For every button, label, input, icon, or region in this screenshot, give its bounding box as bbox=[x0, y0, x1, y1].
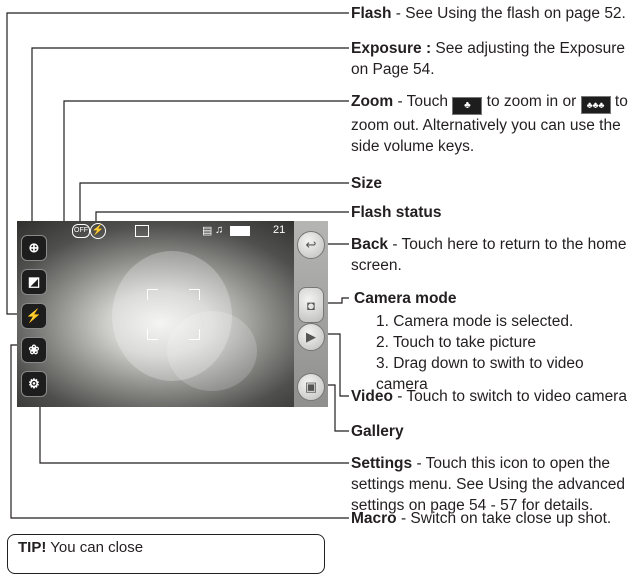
callout-flash-status: Flash status bbox=[351, 202, 629, 223]
flower-petal bbox=[167, 311, 257, 391]
tip-text: You can close bbox=[46, 539, 144, 556]
battery-icon bbox=[230, 226, 250, 236]
gallery-button[interactable]: ▣ bbox=[297, 373, 325, 401]
tip-label: TIP! bbox=[18, 539, 47, 556]
callout-back: Back - Touch here to return to the home … bbox=[351, 234, 629, 276]
gallery-icon: ▣ bbox=[304, 379, 318, 394]
callout-zoom-title: Zoom bbox=[351, 93, 394, 110]
camera-icon: ◘ bbox=[307, 297, 315, 313]
callout-back-title: Back bbox=[351, 236, 389, 253]
size-icon: OFF bbox=[72, 224, 90, 238]
exposure-button[interactable]: ◩ bbox=[21, 269, 47, 295]
callout-zoom: Zoom - Touch ♣ to zoom in or ♣♣♣ to zoom… bbox=[351, 91, 629, 157]
macro-icon: ❀ bbox=[28, 342, 40, 357]
zoom-in-icon: ♣ bbox=[452, 97, 483, 115]
focus-corner-br bbox=[189, 329, 200, 340]
callout-exposure: Exposure : See adjusting the Exposure on… bbox=[351, 38, 629, 80]
zoom-out-icon: ♣♣♣ bbox=[580, 96, 611, 114]
memory-icon: ▤ bbox=[202, 225, 213, 237]
callout-macro-text: - Switch on take close up shot. bbox=[396, 510, 612, 527]
callout-gallery-title: Gallery bbox=[351, 423, 404, 440]
flash-auto-icon: ⚡ bbox=[90, 223, 106, 239]
zoom-icon: ⊕ bbox=[28, 240, 40, 255]
video-icon: ▶ bbox=[306, 329, 316, 344]
capture-button[interactable]: ◘ bbox=[298, 287, 324, 323]
flash-icon: ⚡ bbox=[25, 308, 43, 323]
camera-viewfinder: OFF ⚡ ▤ ♫ 21 ⊕ ◩ ⚡ ❀ ⚙ ↩ ◘ ▶ ▣ bbox=[17, 221, 328, 407]
callout-zoom-text-1: - Touch bbox=[393, 93, 453, 110]
tip-box: TIP! You can close bbox=[7, 534, 325, 574]
mute-icon: ♫ bbox=[215, 224, 224, 236]
settings-icon: ⚙ bbox=[28, 376, 40, 391]
back-button[interactable]: ↩ bbox=[297, 231, 325, 259]
exposure-icon: ◩ bbox=[27, 274, 41, 289]
focus-corner-bl bbox=[147, 329, 158, 340]
callout-flash-text: - See Using the flash on page 52. bbox=[391, 5, 626, 22]
callout-settings: Settings - Touch this icon to open the s… bbox=[351, 453, 629, 516]
macro-button[interactable]: ❀ bbox=[21, 337, 47, 363]
callout-flash-status-title: Flash status bbox=[351, 204, 442, 221]
callout-video: Video - Touch to switch to video camera bbox=[351, 386, 629, 407]
callout-back-text: - Touch here to return to the home scree… bbox=[351, 236, 627, 274]
flash-button[interactable]: ⚡ bbox=[21, 303, 47, 329]
zoom-button[interactable]: ⊕ bbox=[21, 235, 47, 261]
camera-mode-step: 1. Camera mode is selected. bbox=[376, 313, 574, 330]
callout-camera-mode: Camera mode 1. Camera mode is selected. … bbox=[354, 288, 631, 395]
callout-camera-mode-title: Camera mode bbox=[354, 290, 457, 307]
callout-exposure-title: Exposure : bbox=[351, 40, 432, 57]
callout-size-title: Size bbox=[351, 175, 383, 192]
callout-gallery: Gallery bbox=[351, 421, 629, 442]
callout-zoom-text-2: to zoom in or bbox=[482, 93, 581, 110]
shot-count: 21 bbox=[273, 224, 286, 236]
focus-corner-tr bbox=[189, 289, 200, 300]
callout-flash-title: Flash bbox=[351, 5, 392, 22]
callout-video-title: Video bbox=[351, 388, 393, 405]
callout-macro-title: Macro bbox=[351, 510, 397, 527]
camera-mode-steps: 1. Camera mode is selected. 2. Touch to … bbox=[376, 311, 631, 395]
settings-button[interactable]: ⚙ bbox=[21, 371, 47, 397]
callout-macro: Macro - Switch on take close up shot. bbox=[351, 508, 629, 529]
right-control-panel: ↩ ◘ ▶ ▣ bbox=[294, 221, 328, 407]
focus-corner-tl bbox=[147, 289, 158, 300]
callout-video-text: - Touch to switch to video camera bbox=[392, 388, 627, 405]
callout-settings-title: Settings bbox=[351, 455, 413, 472]
callout-flash: Flash - See Using the flash on page 52. bbox=[351, 3, 629, 24]
camera-mode-step: 2. Touch to take picture bbox=[376, 334, 536, 351]
storage-icon bbox=[135, 225, 149, 237]
video-button[interactable]: ▶ bbox=[297, 323, 325, 351]
back-icon: ↩ bbox=[305, 237, 317, 252]
callout-size: Size bbox=[351, 173, 629, 194]
